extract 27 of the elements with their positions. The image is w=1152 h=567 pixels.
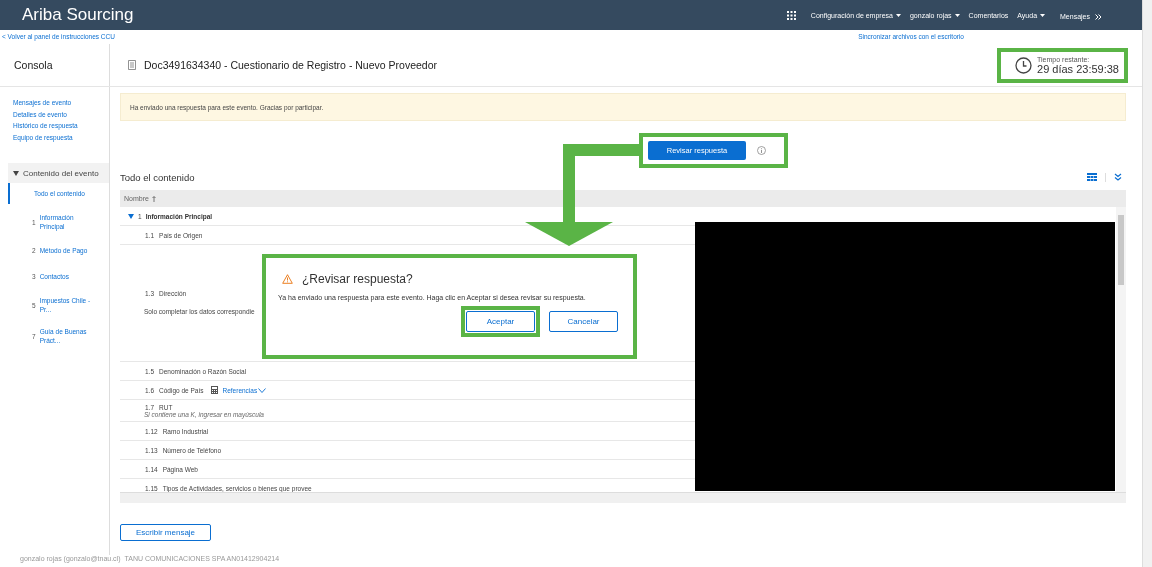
info-icon[interactable] — [757, 146, 766, 155]
write-message-button[interactable]: Escribir mensaje — [120, 524, 211, 541]
horizontal-scrollbar[interactable] — [120, 492, 1126, 503]
dialog-button[interactable]: Aceptar — [466, 311, 535, 332]
vertical-scrollbar[interactable] — [1116, 207, 1126, 492]
table-view-icon[interactable] — [1087, 173, 1097, 181]
expand-icon[interactable] — [1114, 173, 1122, 181]
document-title: Doc3491634340 - Cuestionario de Registro - Nuevo Proveedor — [144, 59, 437, 71]
section-label: Contenido del evento — [23, 168, 99, 178]
caret-icon — [13, 170, 19, 176]
grid-icon[interactable] — [786, 10, 796, 20]
clock-icon — [1015, 56, 1033, 74]
content-title: Todo el contenido — [120, 171, 195, 183]
caret-icon[interactable] — [128, 213, 134, 219]
console-title: Consola — [14, 59, 53, 71]
dialog-button[interactable]: Cancelar — [549, 311, 618, 332]
calculator-icon — [210, 386, 218, 394]
timer-value: 29 días 23:59:38 — [1037, 62, 1119, 75]
sort-arrow-icon — [151, 195, 156, 202]
dialog-title: ¿Revisar respuesta? — [302, 272, 413, 286]
document-icon — [128, 60, 136, 70]
section-header[interactable]: Contenido del evento — [8, 163, 109, 183]
chevron-down-icon — [258, 387, 267, 393]
page-scrollbar[interactable] — [1142, 0, 1152, 567]
brand-title: Ariba Sourcing — [22, 5, 134, 25]
warning-icon — [282, 274, 293, 284]
chevron-icon — [1095, 13, 1102, 20]
